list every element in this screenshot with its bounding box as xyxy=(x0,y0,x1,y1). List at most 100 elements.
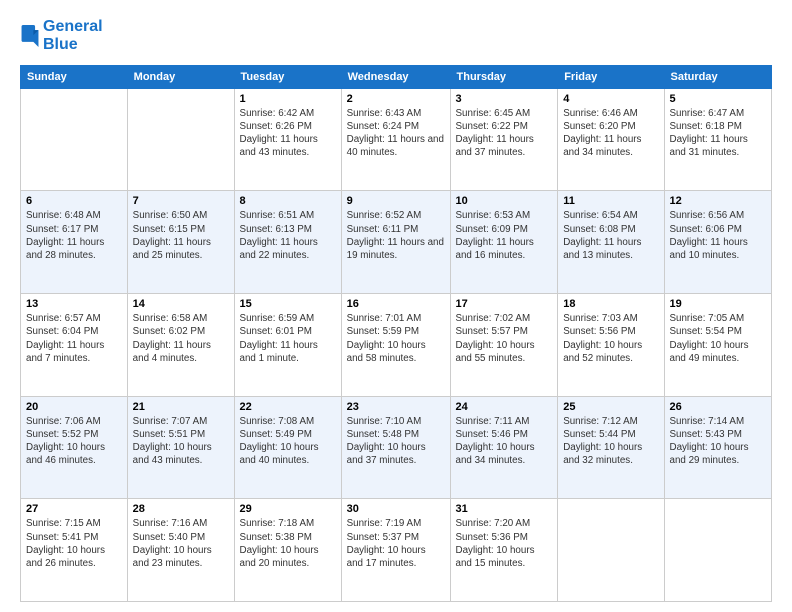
calendar-cell: 27 Sunrise: 7:15 AM Sunset: 5:41 PM Dayli… xyxy=(21,499,128,602)
day-number: 8 xyxy=(240,195,336,207)
calendar-cell: 16Sunrise: 7:01 AM Sunset: 5:59 PM Dayli… xyxy=(341,294,450,397)
day-number: 5 xyxy=(670,93,767,105)
calendar-cell: 14 Sunrise: 6:58 AM Sunset: 6:02 PM Dayli… xyxy=(127,294,234,397)
day-number: 29 xyxy=(240,503,336,515)
col-header-sunday: Sunday xyxy=(21,65,128,88)
calendar-cell xyxy=(664,499,772,602)
logo: General Blue xyxy=(20,18,103,55)
day-info: Sunrise: 7:10 AM Sunset: 5:48 PM Dayligh… xyxy=(347,415,445,468)
day-number: 25 xyxy=(563,401,658,413)
day-info: Sunrise: 6:58 AM Sunset: 6:02 PM Dayligh… xyxy=(133,312,229,365)
day-info: Sunrise: 6:52 AM Sunset: 6:11 PM Dayligh… xyxy=(347,209,445,262)
day-number: 4 xyxy=(563,93,658,105)
calendar-cell: 29 Sunrise: 7:18 AM Sunset: 5:38 PM Dayli… xyxy=(234,499,341,602)
logo-text: General Blue xyxy=(43,18,103,55)
calendar-cell xyxy=(558,499,664,602)
day-info: Sunrise: 6:56 AM Sunset: 6:06 PM Dayligh… xyxy=(670,209,767,262)
day-info: Sunrise: 7:01 AM Sunset: 5:59 PM Dayligh… xyxy=(347,312,445,365)
day-info: Sunrise: 7:12 AM Sunset: 5:44 PM Dayligh… xyxy=(563,415,658,468)
day-number: 11 xyxy=(563,195,658,207)
col-header-tuesday: Tuesday xyxy=(234,65,341,88)
col-header-friday: Friday xyxy=(558,65,664,88)
col-header-monday: Monday xyxy=(127,65,234,88)
day-info: Sunrise: 7:16 AM Sunset: 5:40 PM Dayligh… xyxy=(133,517,229,570)
day-info: Sunrise: 6:51 AM Sunset: 6:13 PM Dayligh… xyxy=(240,209,336,262)
page: General Blue SundayMondayTuesdayWednesda… xyxy=(0,0,792,612)
day-number: 6 xyxy=(26,195,122,207)
calendar-cell: 21 Sunrise: 7:07 AM Sunset: 5:51 PM Dayli… xyxy=(127,396,234,499)
day-info: Sunrise: 7:02 AM Sunset: 5:57 PM Dayligh… xyxy=(456,312,553,365)
calendar-week-row: 20Sunrise: 7:06 AM Sunset: 5:52 PM Dayli… xyxy=(21,396,772,499)
day-info: Sunrise: 6:43 AM Sunset: 6:24 PM Dayligh… xyxy=(347,107,445,160)
day-number: 3 xyxy=(456,93,553,105)
calendar-cell xyxy=(21,88,128,191)
calendar-cell: 15Sunrise: 6:59 AM Sunset: 6:01 PM Dayli… xyxy=(234,294,341,397)
day-number: 30 xyxy=(347,503,445,515)
header: General Blue xyxy=(20,18,772,55)
calendar-cell: 25 Sunrise: 7:12 AM Sunset: 5:44 PM Dayli… xyxy=(558,396,664,499)
calendar-cell: 19Sunrise: 7:05 AM Sunset: 5:54 PM Dayli… xyxy=(664,294,772,397)
calendar-week-row: 6 Sunrise: 6:48 AM Sunset: 6:17 PM Daylig… xyxy=(21,191,772,294)
calendar-cell: 17Sunrise: 7:02 AM Sunset: 5:57 PM Dayli… xyxy=(450,294,558,397)
day-info: Sunrise: 6:47 AM Sunset: 6:18 PM Dayligh… xyxy=(670,107,767,160)
calendar-cell: 2 Sunrise: 6:43 AM Sunset: 6:24 PM Daylig… xyxy=(341,88,450,191)
day-info: Sunrise: 6:53 AM Sunset: 6:09 PM Dayligh… xyxy=(456,209,553,262)
day-number: 27 xyxy=(26,503,122,515)
day-info: Sunrise: 7:08 AM Sunset: 5:49 PM Dayligh… xyxy=(240,415,336,468)
day-info: Sunrise: 6:57 AM Sunset: 6:04 PM Dayligh… xyxy=(26,312,122,365)
day-number: 2 xyxy=(347,93,445,105)
calendar-cell: 30 Sunrise: 7:19 AM Sunset: 5:37 PM Dayli… xyxy=(341,499,450,602)
day-number: 10 xyxy=(456,195,553,207)
day-info: Sunrise: 6:54 AM Sunset: 6:08 PM Dayligh… xyxy=(563,209,658,262)
calendar-cell: 13 Sunrise: 6:57 AM Sunset: 6:04 PM Dayli… xyxy=(21,294,128,397)
calendar-week-row: 13 Sunrise: 6:57 AM Sunset: 6:04 PM Dayli… xyxy=(21,294,772,397)
day-info: Sunrise: 6:45 AM Sunset: 6:22 PM Dayligh… xyxy=(456,107,553,160)
day-number: 21 xyxy=(133,401,229,413)
calendar-week-row: 27 Sunrise: 7:15 AM Sunset: 5:41 PM Dayli… xyxy=(21,499,772,602)
day-info: Sunrise: 7:07 AM Sunset: 5:51 PM Dayligh… xyxy=(133,415,229,468)
calendar-cell: 1Sunrise: 6:42 AM Sunset: 6:26 PM Daylig… xyxy=(234,88,341,191)
calendar-cell: 31Sunrise: 7:20 AM Sunset: 5:36 PM Dayli… xyxy=(450,499,558,602)
logo-icon xyxy=(21,25,39,47)
calendar-cell: 4 Sunrise: 6:46 AM Sunset: 6:20 PM Daylig… xyxy=(558,88,664,191)
day-number: 13 xyxy=(26,298,122,310)
calendar-week-row: 1Sunrise: 6:42 AM Sunset: 6:26 PM Daylig… xyxy=(21,88,772,191)
calendar-cell: 5 Sunrise: 6:47 AM Sunset: 6:18 PM Daylig… xyxy=(664,88,772,191)
day-info: Sunrise: 7:03 AM Sunset: 5:56 PM Dayligh… xyxy=(563,312,658,365)
day-info: Sunrise: 6:48 AM Sunset: 6:17 PM Dayligh… xyxy=(26,209,122,262)
day-number: 12 xyxy=(670,195,767,207)
calendar-cell: 26Sunrise: 7:14 AM Sunset: 5:43 PM Dayli… xyxy=(664,396,772,499)
day-number: 22 xyxy=(240,401,336,413)
day-info: Sunrise: 7:18 AM Sunset: 5:38 PM Dayligh… xyxy=(240,517,336,570)
calendar-cell: 12 Sunrise: 6:56 AM Sunset: 6:06 PM Dayli… xyxy=(664,191,772,294)
col-header-saturday: Saturday xyxy=(664,65,772,88)
calendar-cell: 9 Sunrise: 6:52 AM Sunset: 6:11 PM Daylig… xyxy=(341,191,450,294)
calendar-cell: 20Sunrise: 7:06 AM Sunset: 5:52 PM Dayli… xyxy=(21,396,128,499)
calendar-header-row: SundayMondayTuesdayWednesdayThursdayFrid… xyxy=(21,65,772,88)
day-number: 15 xyxy=(240,298,336,310)
day-info: Sunrise: 7:11 AM Sunset: 5:46 PM Dayligh… xyxy=(456,415,553,468)
calendar-cell xyxy=(127,88,234,191)
calendar-cell: 22 Sunrise: 7:08 AM Sunset: 5:49 PM Dayli… xyxy=(234,396,341,499)
day-number: 19 xyxy=(670,298,767,310)
day-number: 14 xyxy=(133,298,229,310)
col-header-thursday: Thursday xyxy=(450,65,558,88)
day-info: Sunrise: 6:50 AM Sunset: 6:15 PM Dayligh… xyxy=(133,209,229,262)
day-number: 7 xyxy=(133,195,229,207)
day-info: Sunrise: 6:46 AM Sunset: 6:20 PM Dayligh… xyxy=(563,107,658,160)
day-number: 28 xyxy=(133,503,229,515)
calendar-cell: 18 Sunrise: 7:03 AM Sunset: 5:56 PM Dayli… xyxy=(558,294,664,397)
calendar-table: SundayMondayTuesdayWednesdayThursdayFrid… xyxy=(20,65,772,602)
day-number: 9 xyxy=(347,195,445,207)
calendar-cell: 28 Sunrise: 7:16 AM Sunset: 5:40 PM Dayli… xyxy=(127,499,234,602)
calendar-cell: 11 Sunrise: 6:54 AM Sunset: 6:08 PM Dayli… xyxy=(558,191,664,294)
day-info: Sunrise: 6:42 AM Sunset: 6:26 PM Dayligh… xyxy=(240,107,336,160)
calendar-cell: 7 Sunrise: 6:50 AM Sunset: 6:15 PM Daylig… xyxy=(127,191,234,294)
day-info: Sunrise: 7:06 AM Sunset: 5:52 PM Dayligh… xyxy=(26,415,122,468)
day-info: Sunrise: 7:19 AM Sunset: 5:37 PM Dayligh… xyxy=(347,517,445,570)
day-number: 31 xyxy=(456,503,553,515)
day-number: 18 xyxy=(563,298,658,310)
day-info: Sunrise: 7:15 AM Sunset: 5:41 PM Dayligh… xyxy=(26,517,122,570)
day-info: Sunrise: 7:14 AM Sunset: 5:43 PM Dayligh… xyxy=(670,415,767,468)
calendar-cell: 10 Sunrise: 6:53 AM Sunset: 6:09 PM Dayli… xyxy=(450,191,558,294)
